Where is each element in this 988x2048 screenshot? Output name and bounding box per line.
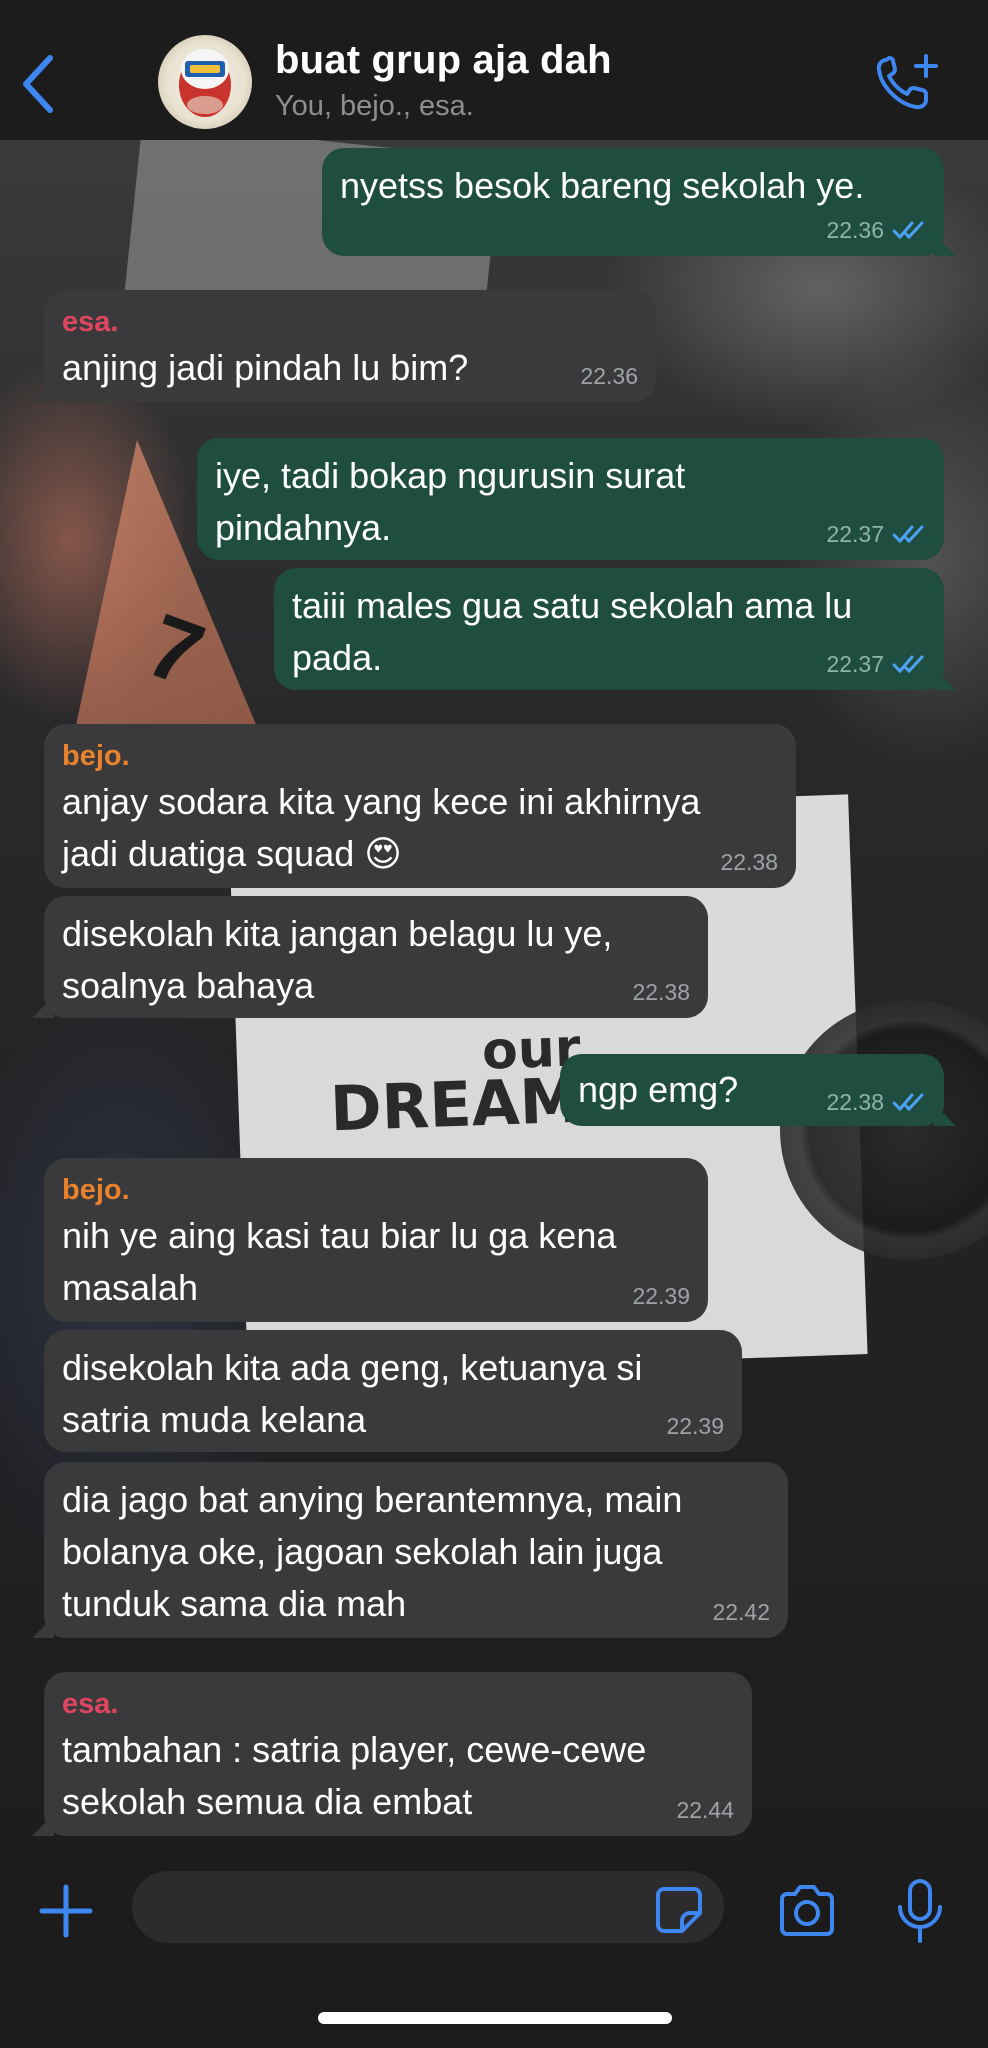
bubble-tail bbox=[32, 1616, 54, 1638]
message-bubble-outgoing[interactable]: iye, tadi bokap ngurusin surat pindahnya… bbox=[197, 438, 944, 560]
bubble-tail bbox=[934, 234, 956, 256]
chat-title[interactable]: buat grup aja dah bbox=[275, 38, 612, 83]
bubble-tail bbox=[32, 380, 54, 402]
message-text: anjay sodara kita yang kece ini akhirnya… bbox=[62, 781, 701, 874]
message-bubble-incoming[interactable]: esa. tambahan : satria player, cewe-cewe… bbox=[32, 1672, 752, 1836]
message-sender[interactable]: esa. bbox=[62, 302, 638, 342]
message-text: dia jago bat anying berantemnya, main bo… bbox=[62, 1479, 683, 1624]
message-meta: 22.39 bbox=[666, 1412, 724, 1440]
kinder-egg-avatar-image bbox=[179, 49, 231, 117]
message-list[interactable]: 7 our DREAM nyetss besok bareng sekolah … bbox=[0, 140, 988, 1853]
message-time: 22.39 bbox=[666, 1413, 724, 1439]
message-meta: 22.38 bbox=[826, 1088, 926, 1116]
message-time: 22.38 bbox=[826, 1089, 884, 1115]
sticker-button[interactable] bbox=[654, 1885, 704, 1935]
message-bubble-incoming[interactable]: disekolah kita ada geng, ketuanya si sat… bbox=[44, 1330, 742, 1452]
chevron-left-icon bbox=[23, 55, 53, 113]
attach-button[interactable] bbox=[38, 1883, 94, 1939]
read-ticks-icon bbox=[892, 525, 924, 544]
bubble-tail bbox=[32, 996, 54, 1018]
wallpaper-text-dream: DREAM bbox=[328, 1063, 583, 1146]
message-text: anjing jadi pindah lu bim? bbox=[62, 347, 469, 388]
chat-screen: buat grup aja dah You, bejo., esa. 7 our… bbox=[0, 0, 988, 2048]
message-bubble-incoming[interactable]: dia jago bat anying berantemnya, main bo… bbox=[32, 1462, 788, 1638]
message-meta: 22.42 bbox=[712, 1598, 770, 1626]
message-time: 22.37 bbox=[826, 651, 884, 677]
message-time: 22.38 bbox=[632, 979, 690, 1005]
message-bubble-incoming[interactable]: bejo. nih ye aing kasi tau biar lu ga ke… bbox=[44, 1158, 708, 1322]
message-bubble-incoming[interactable]: bejo. anjay sodara kita yang kece ini ak… bbox=[44, 724, 796, 888]
bubble-tail bbox=[934, 668, 956, 690]
microphone-icon bbox=[898, 1879, 942, 1943]
home-indicator[interactable] bbox=[318, 2012, 672, 2024]
read-ticks-icon bbox=[892, 1093, 924, 1112]
message-time: 22.44 bbox=[676, 1797, 734, 1823]
message-text: iye, tadi bokap ngurusin surat pindahnya… bbox=[215, 455, 686, 548]
phone-plus-icon bbox=[876, 54, 938, 110]
message-time: 22.36 bbox=[826, 217, 884, 243]
message-time: 22.37 bbox=[826, 521, 884, 547]
message-meta: 22.39 bbox=[632, 1282, 690, 1310]
camera-button[interactable] bbox=[776, 1883, 838, 1939]
message-sender[interactable]: bejo. bbox=[62, 736, 778, 776]
message-time: 22.42 bbox=[712, 1599, 770, 1625]
message-meta: 22.38 bbox=[720, 848, 778, 876]
camera-icon bbox=[780, 1885, 834, 1936]
message-time: 22.39 bbox=[632, 1283, 690, 1309]
message-text: disekolah kita ada geng, ketuanya si sat… bbox=[62, 1347, 643, 1440]
back-button[interactable] bbox=[18, 52, 58, 116]
message-sender[interactable]: bejo. bbox=[62, 1170, 690, 1210]
message-time: 22.38 bbox=[720, 849, 778, 875]
read-ticks-icon bbox=[892, 655, 924, 674]
message-bubble-outgoing[interactable]: taiii males gua satu sekolah ama lu pada… bbox=[274, 568, 956, 690]
message-meta: 22.37 bbox=[826, 650, 926, 678]
message-text: tambahan : satria player, cewe-cewe seko… bbox=[62, 1729, 647, 1822]
add-call-button[interactable] bbox=[872, 50, 942, 114]
message-text: nih ye aing kasi tau biar lu ga kena mas… bbox=[62, 1215, 617, 1308]
group-avatar[interactable] bbox=[158, 35, 252, 129]
wallpaper-number: 7 bbox=[134, 595, 216, 707]
message-text: disekolah kita jangan belagu lu ye, soal… bbox=[62, 913, 613, 1006]
message-bubble-outgoing[interactable]: ngp emg? 22.38 bbox=[560, 1054, 956, 1126]
message-meta: 22.37 bbox=[826, 520, 926, 548]
message-meta: 22.36 bbox=[580, 362, 638, 390]
voice-message-button[interactable] bbox=[894, 1877, 946, 1945]
plus-icon bbox=[39, 1884, 93, 1938]
chat-participants[interactable]: You, bejo., esa. bbox=[275, 90, 474, 123]
message-meta: 22.36 bbox=[826, 216, 926, 244]
message-bubble-incoming[interactable]: disekolah kita jangan belagu lu ye, soal… bbox=[32, 896, 708, 1018]
message-meta: 22.38 bbox=[632, 978, 690, 1006]
message-text: nyetss besok bareng sekolah ye. bbox=[340, 165, 865, 206]
message-bubble-incoming[interactable]: esa. anjing jadi pindah lu bim? 22.36 bbox=[32, 290, 656, 402]
message-input[interactable] bbox=[132, 1871, 724, 1943]
read-ticks-icon bbox=[892, 221, 924, 240]
message-meta: 22.44 bbox=[676, 1796, 734, 1824]
bubble-tail bbox=[32, 1814, 54, 1836]
message-bubble-outgoing[interactable]: nyetss besok bareng sekolah ye. 22.36 bbox=[322, 148, 956, 256]
chat-header: buat grup aja dah You, bejo., esa. bbox=[0, 0, 988, 140]
sticker-icon bbox=[656, 1887, 702, 1933]
message-time: 22.36 bbox=[580, 363, 638, 389]
message-sender[interactable]: esa. bbox=[62, 1684, 734, 1724]
